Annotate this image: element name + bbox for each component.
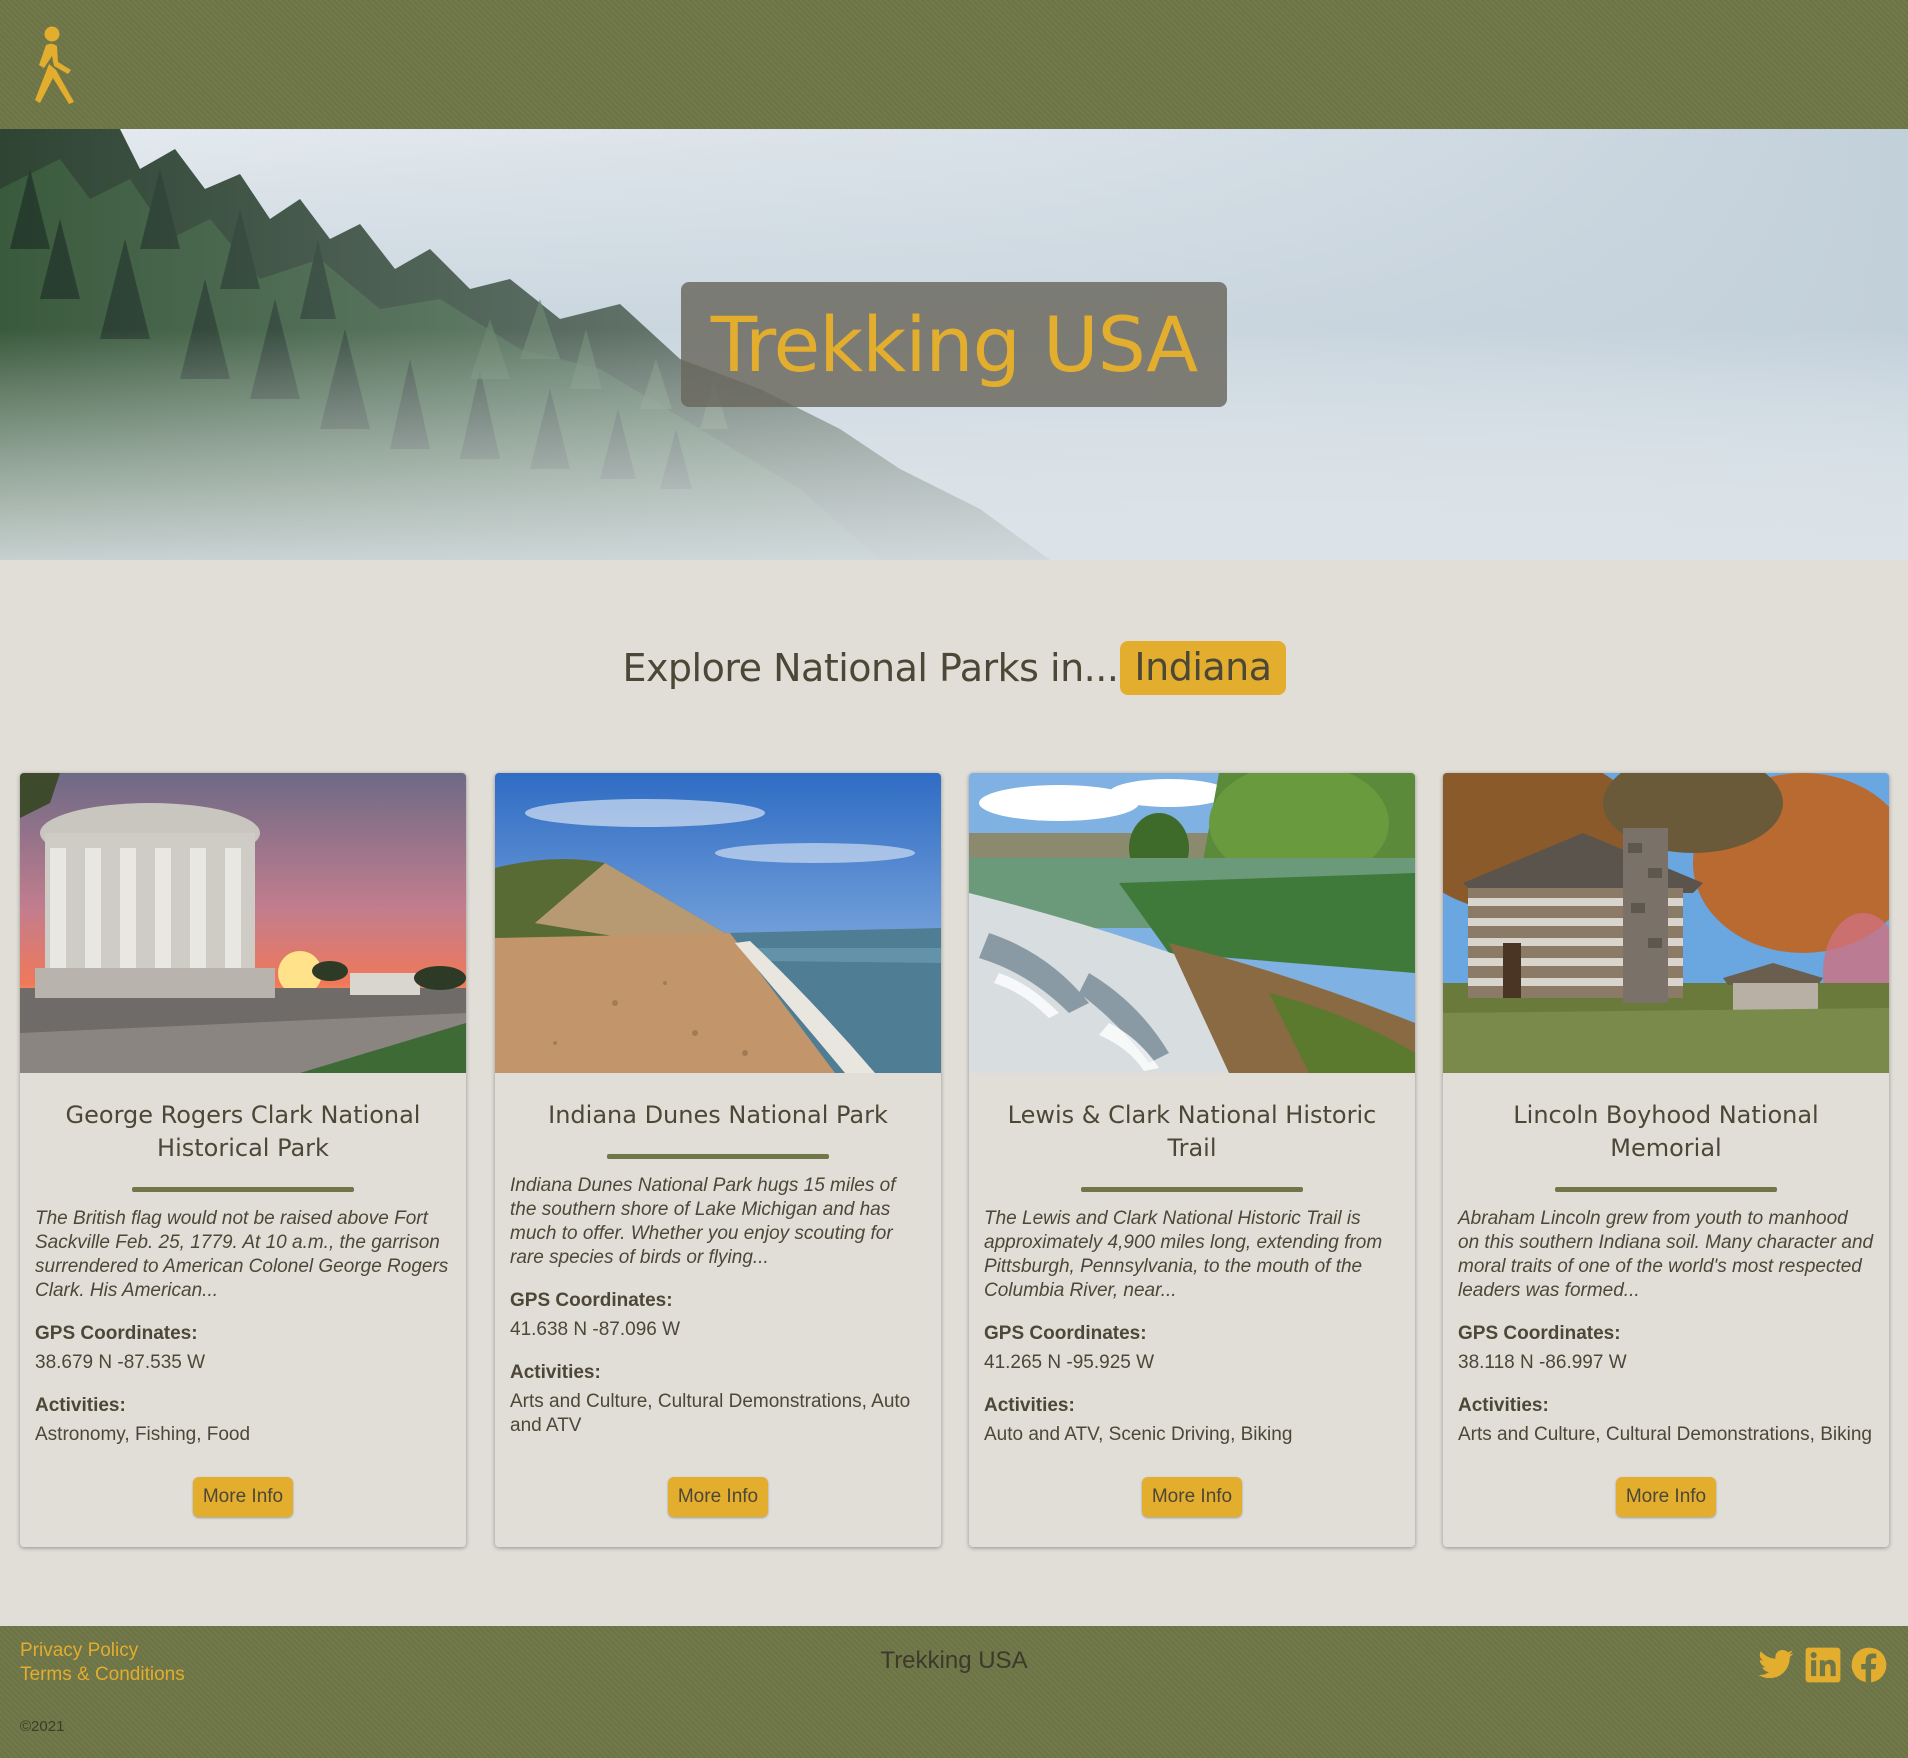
gps-label: GPS Coordinates: [1458, 1323, 1621, 1344]
gps-value: 38.118 N -86.997 W [1458, 1352, 1627, 1373]
copyright-text: ©2021 [20, 1718, 65, 1735]
park-image [20, 773, 466, 1073]
gps-label: GPS Coordinates: [984, 1323, 1147, 1344]
activities-label: Activities: [984, 1395, 1075, 1416]
title-divider [607, 1154, 829, 1159]
gps-value: 41.265 N -95.925 W [984, 1352, 1155, 1373]
park-description: The British flag would not be raised abo… [35, 1208, 449, 1301]
gps-label: GPS Coordinates: [510, 1290, 673, 1311]
more-info-button[interactable]: More Info [193, 1477, 293, 1517]
state-selector[interactable]: Indiana [1120, 641, 1286, 695]
gps-value: 41.638 N -87.096 W [510, 1319, 681, 1340]
park-title: Lewis & Clark National Historic Trail [1007, 1101, 1377, 1162]
footer: Privacy Policy Terms & Conditions Trekki… [0, 1626, 1908, 1758]
park-card: George Rogers Clark National Historical … [20, 773, 466, 1547]
activities-label: Activities: [1458, 1395, 1549, 1416]
title-divider [1081, 1187, 1303, 1192]
hero-title-box: Trekking USA [681, 282, 1227, 407]
activities-label: Activities: [35, 1395, 126, 1416]
activities-value: Astronomy, Fishing, Food [35, 1424, 251, 1445]
park-image [1443, 773, 1889, 1073]
park-card: Lincoln Boyhood National Memorial Abraha… [1443, 773, 1889, 1547]
linkedin-icon[interactable] [1804, 1646, 1842, 1684]
more-info-button[interactable]: More Info [1142, 1477, 1242, 1517]
title-divider [132, 1187, 354, 1192]
park-description: Indiana Dunes National Park hugs 15 mile… [510, 1175, 896, 1268]
park-title: George Rogers Clark National Historical … [65, 1101, 421, 1162]
walking-person-icon[interactable] [30, 26, 88, 106]
twitter-icon[interactable] [1757, 1646, 1795, 1684]
top-nav-bar [0, 0, 1908, 129]
footer-site-title: Trekking USA [880, 1647, 1028, 1674]
hero-title: Trekking USA [710, 299, 1199, 389]
park-card: Indiana Dunes National Park Indiana Dune… [495, 773, 941, 1547]
activities-value: Arts and Culture, Cultural Demonstration… [1458, 1424, 1872, 1445]
park-image [969, 773, 1415, 1073]
gps-label: GPS Coordinates: [35, 1323, 198, 1344]
park-title: Indiana Dunes National Park [548, 1101, 888, 1129]
park-description: The Lewis and Clark National Historic Tr… [984, 1208, 1383, 1301]
activities-label: Activities: [510, 1362, 601, 1383]
activities-value: Auto and ATV, Scenic Driving, Biking [984, 1424, 1293, 1445]
more-info-button[interactable]: More Info [1616, 1477, 1716, 1517]
park-image [495, 773, 941, 1073]
more-info-button[interactable]: More Info [668, 1477, 768, 1517]
explore-heading: Explore National Parks in... Indiana [0, 640, 1908, 696]
title-divider [1555, 1187, 1777, 1192]
explore-heading-text: Explore National Parks in... [622, 646, 1119, 690]
park-description: Abraham Lincoln grew from youth to manho… [1458, 1208, 1874, 1301]
park-card: Lewis & Clark National Historic Trail Th… [969, 773, 1415, 1547]
hero-banner: Trekking USA [0, 129, 1908, 560]
park-title: Lincoln Boyhood National Memorial [1513, 1101, 1819, 1162]
facebook-icon[interactable] [1850, 1646, 1888, 1684]
activities-value: Arts and Culture, Cultural Demonstration… [510, 1391, 911, 1436]
gps-value: 38.679 N -87.535 W [35, 1352, 206, 1373]
